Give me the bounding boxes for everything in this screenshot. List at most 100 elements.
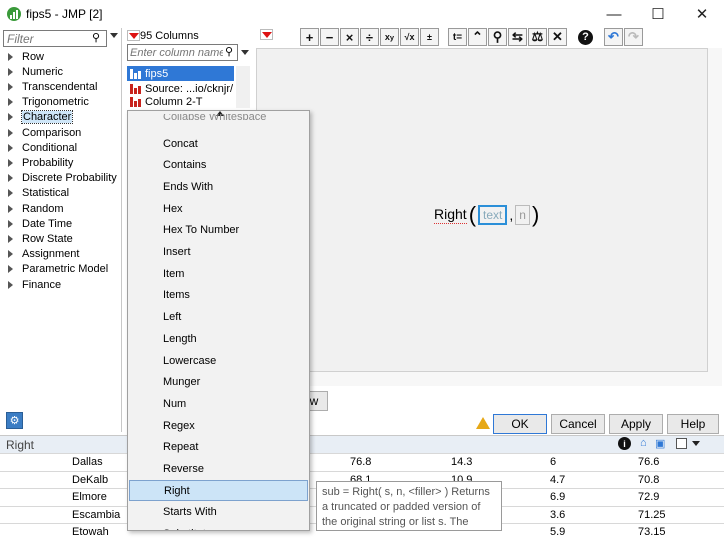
dropdown-item[interactable]: Length [129, 328, 308, 349]
category-item[interactable]: Probability [8, 155, 73, 170]
dropdown-item[interactable]: Item [129, 263, 308, 284]
category-item[interactable]: Comparison [8, 125, 81, 140]
ok-button[interactable]: OK [493, 414, 547, 434]
category-item[interactable]: Discrete Probability [8, 171, 117, 186]
dropdown-item[interactable]: Substitute [129, 524, 308, 530]
dropdown-item[interactable]: Starts With [129, 502, 308, 523]
expand-triangle-icon[interactable] [8, 250, 13, 259]
category-item[interactable]: Row [8, 49, 44, 64]
column-search-input[interactable] [128, 45, 223, 61]
dropdown-item[interactable]: Reverse [129, 459, 308, 480]
column-item-fips5[interactable]: fips5 [127, 66, 234, 81]
dropdown-item[interactable]: Hex To Number [129, 220, 308, 241]
expand-triangle-icon[interactable] [8, 158, 13, 167]
expand-triangle-icon[interactable] [8, 128, 13, 137]
dropdown-item[interactable]: Right [129, 480, 308, 502]
n-argument-slot[interactable]: n [515, 205, 530, 225]
expand-triangle-icon[interactable] [8, 143, 13, 152]
assign-icon[interactable]: t= [448, 28, 467, 46]
close-icon[interactable]: ✕ [680, 2, 724, 26]
category-item[interactable]: Random [8, 201, 64, 216]
category-item[interactable]: Finance [8, 277, 61, 292]
category-item[interactable]: Assignment [8, 247, 79, 262]
column-item-column2[interactable]: Column 2-T [127, 96, 234, 108]
checkbox-icon[interactable] [676, 438, 687, 449]
undo-icon[interactable]: ↶ [604, 28, 623, 46]
chevron-down-icon[interactable] [692, 441, 700, 446]
multiply-icon[interactable]: × [340, 28, 359, 46]
help-button[interactable]: Help [667, 414, 719, 434]
table-row[interactable]: Dallas 76.8 14.3 6 76.6 [0, 453, 724, 470]
expand-triangle-icon[interactable] [8, 189, 13, 198]
category-item[interactable]: Character [8, 110, 74, 125]
expand-triangle-icon[interactable] [8, 219, 13, 228]
columns-menu-red-triangle-icon[interactable] [127, 30, 140, 41]
columns-scrollbar[interactable] [236, 66, 250, 108]
character-functions-dropdown[interactable]: Collapse Whitespace Concat Contains Ends W… [127, 110, 310, 531]
layout-icon[interactable]: ▣ [655, 437, 665, 450]
dropdown-item[interactable]: Ends With [129, 176, 308, 197]
text-argument-slot[interactable]: text [478, 205, 508, 225]
dropdown-item[interactable]: Num [129, 393, 308, 414]
dropdown-item[interactable]: Hex [129, 198, 308, 219]
formula-menu-red-triangle-icon[interactable] [260, 29, 273, 40]
dropdown-item[interactable]: Repeat [129, 437, 308, 458]
dropdown-item[interactable]: Left [129, 307, 308, 328]
category-item[interactable]: Trigonometric [8, 95, 89, 110]
add-icon[interactable]: + [300, 28, 319, 46]
column-search-icon[interactable]: ⚲ [225, 45, 233, 58]
expand-triangle-icon[interactable] [8, 52, 13, 61]
delete-icon[interactable]: ✕ [548, 28, 567, 46]
expand-triangle-icon[interactable] [8, 174, 13, 183]
dropdown-item[interactable]: Items [129, 285, 308, 306]
search-icon[interactable]: ⚲ [92, 31, 100, 44]
dropdown-item[interactable]: Insert [129, 242, 308, 263]
filter-input-box[interactable]: ⚲ [3, 30, 107, 47]
peel-icon[interactable]: ⚖ [528, 28, 547, 46]
dropdown-item[interactable]: Concat [129, 133, 308, 154]
plus-minus-icon[interactable]: ± [420, 28, 439, 46]
local-icon[interactable]: ⚲ [488, 28, 507, 46]
column-item-source[interactable]: Source: ...io/cknjr/ [127, 81, 234, 96]
help-icon[interactable]: ? [576, 28, 595, 46]
expand-triangle-icon[interactable] [8, 113, 13, 122]
home-icon[interactable]: ⌂ [640, 437, 647, 449]
category-item[interactable]: Numeric [8, 64, 63, 79]
dropdown-item[interactable]: Contains [129, 155, 308, 176]
subtract-icon[interactable]: − [320, 28, 339, 46]
minimize-icon[interactable]: — [592, 2, 636, 26]
category-item[interactable]: Conditional [8, 140, 77, 155]
power-icon[interactable]: xy [380, 28, 399, 46]
dropdown-item[interactable]: Regex [129, 415, 308, 436]
category-item[interactable]: Transcendental [8, 79, 97, 94]
dropdown-item[interactable]: Munger [129, 372, 308, 393]
formula-expression[interactable]: Right ( text , n ) [434, 202, 541, 228]
category-item[interactable]: Statistical [8, 186, 69, 201]
redo-icon[interactable]: ↷ [624, 28, 643, 46]
expand-triangle-icon[interactable] [8, 265, 13, 274]
horizontal-scrollbar[interactable] [256, 372, 722, 386]
category-item[interactable]: Row State [8, 231, 73, 246]
settings-gear-icon[interactable]: ⚙ [6, 412, 23, 429]
expand-triangle-icon[interactable] [8, 82, 13, 91]
column-filter-dropdown-icon[interactable] [241, 50, 249, 55]
expand-triangle-icon[interactable] [8, 98, 13, 107]
cancel-button[interactable]: Cancel [551, 414, 605, 434]
category-item[interactable]: Parametric Model [8, 262, 108, 277]
column-search-box[interactable]: ⚲ [127, 44, 238, 61]
divide-icon[interactable]: ÷ [360, 28, 379, 46]
category-item[interactable]: Date Time [8, 216, 72, 231]
expand-triangle-icon[interactable] [8, 204, 13, 213]
dropdown-item[interactable]: Lowercase [129, 350, 308, 371]
root-icon[interactable]: √x [400, 28, 419, 46]
maximize-icon[interactable]: ☐ [636, 2, 680, 26]
caret-up-icon[interactable]: ⌃ [468, 28, 487, 46]
expand-triangle-icon[interactable] [8, 234, 13, 243]
apply-button[interactable]: Apply [609, 414, 663, 434]
vertical-scrollbar[interactable] [708, 48, 722, 372]
filter-dropdown-icon[interactable] [110, 33, 118, 38]
expand-triangle-icon[interactable] [8, 67, 13, 76]
swap-icon[interactable]: ⇆ [508, 28, 527, 46]
filter-input[interactable] [4, 31, 88, 46]
info-icon[interactable]: i [618, 437, 631, 450]
